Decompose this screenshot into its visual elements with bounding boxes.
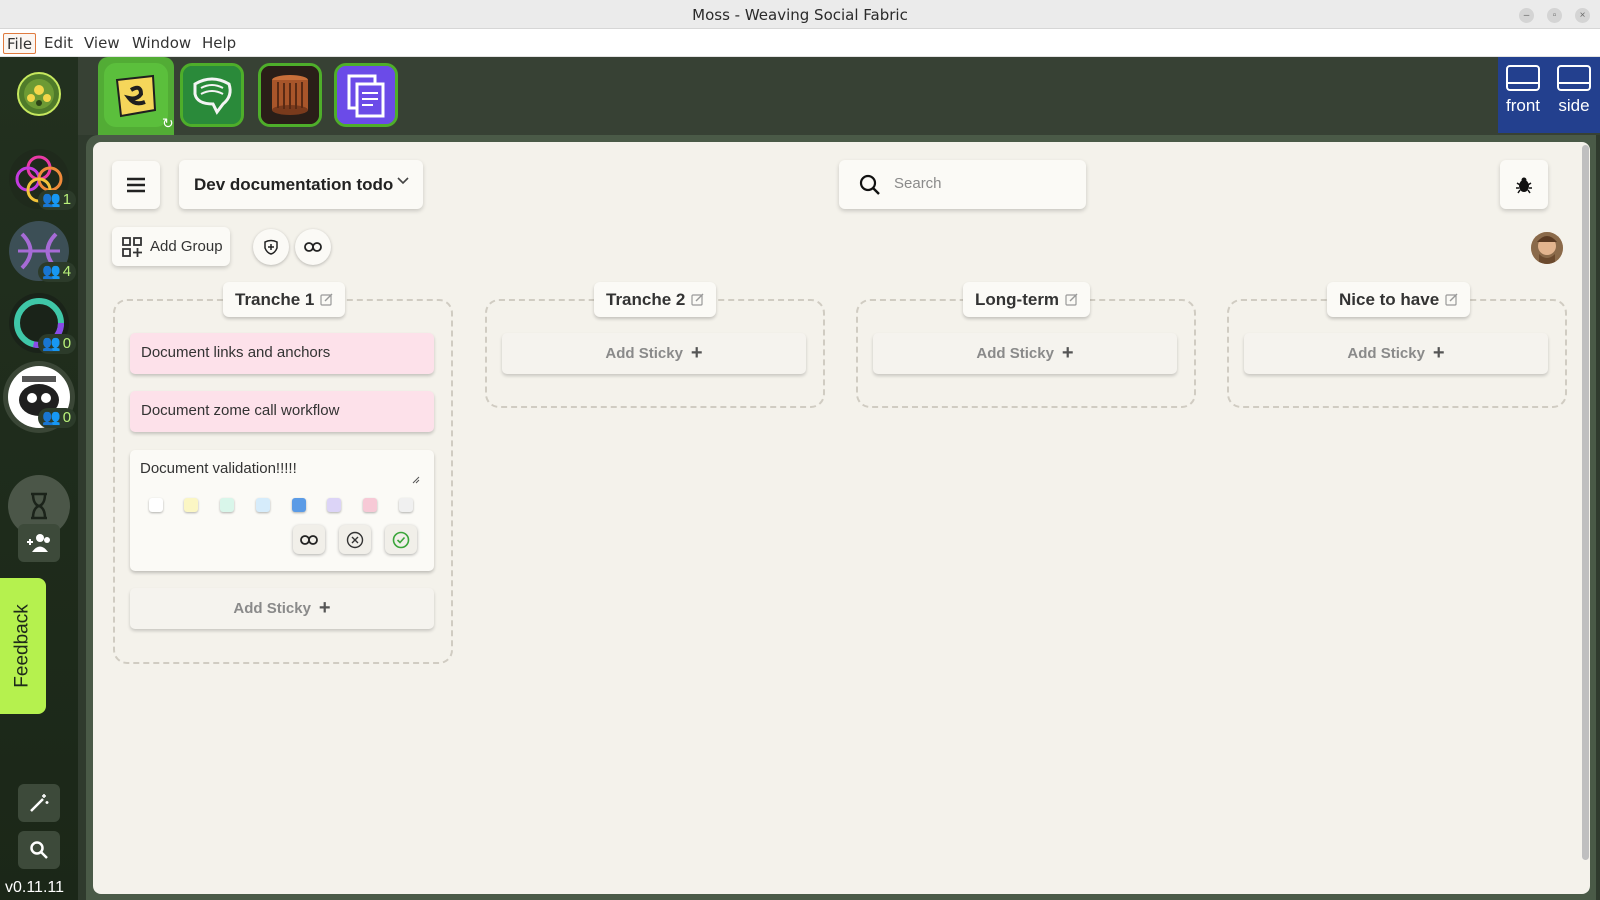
color-swatch-pink[interactable] — [363, 498, 377, 512]
color-swatch-white[interactable] — [149, 498, 163, 512]
search-icon — [30, 841, 48, 859]
window-title: Moss - Weaving Social Fabric — [692, 6, 908, 24]
add-users-icon — [27, 534, 50, 552]
avatar[interactable] — [1531, 232, 1563, 264]
users-icon: 👥 — [42, 263, 61, 280]
users-icon: 👥 — [42, 409, 61, 426]
member-count-badge: 👥 1 — [38, 190, 77, 210]
menu-window[interactable]: Window — [129, 33, 194, 54]
plus-icon: + — [1432, 342, 1445, 364]
users-icon: 👥 — [42, 335, 61, 352]
search-input[interactable] — [894, 175, 1064, 192]
group-icon-ring[interactable]: 👥 0 — [8, 292, 77, 354]
bug-report-button[interactable] — [1500, 160, 1548, 209]
close-icon[interactable]: × — [1575, 8, 1590, 23]
color-swatch-lavender[interactable] — [327, 498, 341, 512]
color-swatch-yellow[interactable] — [184, 498, 198, 512]
menu-file[interactable]: File — [3, 33, 37, 54]
group-title-long-term[interactable]: Long-term — [963, 282, 1091, 317]
side-layout-button[interactable]: side — [1551, 65, 1597, 116]
resize-handle-icon[interactable] — [412, 476, 420, 484]
minimize-icon[interactable]: – — [1519, 8, 1534, 23]
talking-stickies-applet-icon[interactable] — [180, 63, 244, 127]
applet-bar: ↻ — [78, 57, 1600, 135]
version-label: v0.11.11 — [5, 879, 65, 896]
group-icon-flower[interactable]: 👥 1 — [8, 148, 77, 210]
vertical-scrollbar[interactable] — [1582, 145, 1589, 860]
plus-icon: + — [318, 597, 331, 619]
member-count-badge: 👥 0 — [38, 334, 77, 354]
cancel-circle-icon — [346, 531, 364, 548]
add-sticky-button[interactable]: Add Sticky + — [130, 588, 434, 629]
member-count-badge: 👥 4 — [38, 262, 77, 282]
color-swatch-blue[interactable] — [292, 498, 306, 512]
color-swatch-gray[interactable] — [399, 498, 413, 512]
search-box[interactable] — [839, 160, 1086, 209]
group-icon-fish[interactable]: 👥 4 — [8, 220, 77, 282]
global-search-button[interactable] — [18, 831, 60, 869]
moss-home-icon[interactable] — [17, 72, 61, 116]
add-sticky-button[interactable]: Add Sticky + — [502, 333, 806, 374]
link-button[interactable] — [295, 229, 331, 265]
edit-icon[interactable] — [320, 293, 333, 306]
front-layout-button[interactable]: front — [1500, 65, 1546, 116]
search-icon — [859, 174, 880, 195]
edit-icon[interactable] — [1445, 293, 1458, 306]
users-icon: 👥 — [42, 191, 61, 208]
layout-switcher: front side — [1498, 57, 1600, 133]
add-sticky-button[interactable]: Add Sticky + — [1244, 333, 1548, 374]
color-swatch-light-blue[interactable] — [256, 498, 270, 512]
menu-button[interactable] — [112, 161, 160, 209]
notebooks-applet-icon[interactable] — [334, 63, 398, 127]
files-applet-icon[interactable] — [258, 63, 322, 127]
shield-plus-icon — [264, 239, 278, 255]
link-icon — [304, 242, 322, 252]
member-count-badge: 👥 0 — [38, 408, 77, 428]
bug-icon — [1516, 177, 1532, 193]
add-group-button[interactable]: Add Group — [112, 227, 230, 266]
edit-icon[interactable] — [691, 293, 704, 306]
menu-bar: File Edit View Window Help — [0, 29, 1600, 57]
sticky-cancel-button[interactable] — [339, 525, 371, 554]
group-title-tranche-1[interactable]: Tranche 1 — [223, 282, 346, 317]
group-title-nice-to-have[interactable]: Nice to have — [1327, 282, 1471, 317]
side-layout-icon — [1557, 65, 1591, 91]
board-name: Dev documentation todo — [194, 174, 394, 194]
menu-edit[interactable]: Edit — [41, 33, 76, 54]
color-swatch-mint[interactable] — [220, 498, 234, 512]
maximize-icon[interactable]: ▫ — [1547, 8, 1562, 23]
sticky-link-button[interactable] — [293, 525, 325, 554]
magic-wand-button[interactable] — [18, 784, 60, 822]
feedback-button[interactable]: Feedback — [0, 578, 46, 714]
sticky-text-input[interactable]: Document validation!!!!! — [140, 460, 422, 490]
menu-help[interactable]: Help — [199, 33, 239, 54]
edit-icon[interactable] — [1065, 293, 1078, 306]
sticky-note[interactable]: Document zome call workflow — [130, 391, 434, 432]
refresh-icon[interactable]: ↻ — [162, 115, 174, 132]
board-selector[interactable]: Dev documentation todo — [179, 160, 423, 209]
groups-sidebar: 👥 1 👥 4 👥 0 👥 0 Feedback — [0, 57, 78, 900]
plus-icon: + — [690, 342, 703, 364]
sticky-note[interactable]: Document links and anchors — [130, 333, 434, 374]
plus-icon: + — [1061, 342, 1074, 364]
check-circle-icon — [392, 531, 410, 548]
sticky-save-button[interactable] — [385, 525, 417, 554]
front-layout-icon — [1506, 65, 1540, 91]
menu-view[interactable]: View — [81, 33, 123, 54]
add-group-icon — [122, 236, 142, 257]
sticky-editor: Document validation!!!!! — [130, 450, 434, 571]
add-sticky-button[interactable]: Add Sticky + — [873, 333, 1177, 374]
kando-applet-icon[interactable] — [104, 63, 168, 127]
group-title-tranche-2[interactable]: Tranche 2 — [594, 282, 717, 317]
magic-wand-icon — [30, 794, 49, 812]
hamburger-icon — [127, 177, 145, 193]
group-icon-lobochain[interactable]: 👥 0 — [8, 366, 77, 428]
window-title-bar: Moss - Weaving Social Fabric – ▫ × — [0, 0, 1600, 29]
add-attachment-button[interactable] — [253, 229, 289, 265]
link-icon — [300, 534, 318, 545]
join-group-button[interactable] — [18, 524, 60, 562]
chevron-down-icon — [397, 177, 409, 185]
